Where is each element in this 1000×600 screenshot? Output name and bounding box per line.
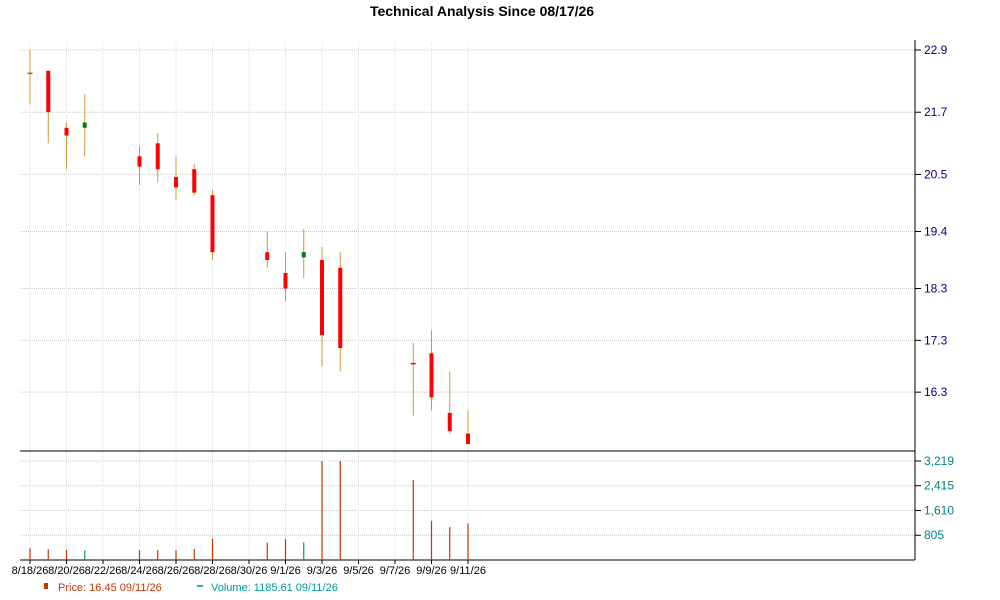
candle-body-up — [82, 122, 87, 128]
date-tick-label: 8/28/26 — [194, 565, 231, 577]
candle-body-down — [192, 169, 197, 193]
date-tick-label: 9/3/26 — [307, 565, 338, 577]
price-tick-label: 16.3 — [924, 385, 948, 399]
date-tick-label: 8/30/26 — [231, 565, 268, 577]
grid-lines — [20, 42, 915, 560]
chart-legend: Price: 16.45 09/11/26 Volume: 1185.61 09… — [44, 582, 338, 594]
legend-price-swatch — [44, 583, 48, 589]
candle-body-down — [338, 267, 343, 349]
candle-body-down — [155, 143, 160, 170]
candle-body-down — [283, 272, 288, 289]
date-tick-label: 9/11/26 — [450, 565, 486, 577]
chart-title: Technical Analysis Since 08/17/26 — [370, 3, 594, 19]
candle-body-down — [447, 412, 452, 432]
axes: 16.3 17.3 18.3 19.4 20.5 21.7 22.9 805 1,610 2,41… — [12, 40, 954, 577]
price-tick-label: 18.3 — [924, 281, 948, 295]
date-tick-label: 8/22/26 — [85, 565, 122, 577]
volume-tick-label: 1,610 — [924, 503, 954, 517]
date-tick-label: 9/7/26 — [380, 565, 411, 577]
price-tick-label: 22.9 — [924, 43, 948, 57]
volume-tick-label: 2,415 — [924, 479, 954, 493]
price-tick-label: 17.3 — [924, 333, 948, 347]
candle-body-down — [466, 433, 470, 444]
price-tick-label: 20.5 — [924, 167, 948, 181]
legend-volume-text: Volume: 1185.61 09/11/26 — [211, 582, 338, 594]
date-tick-label: 8/18/26 — [12, 565, 49, 577]
technical-analysis-chart: Technical Analysis Since 08/17/26 16.3 17… — [12, 3, 955, 594]
candle-body-down — [320, 259, 324, 336]
candle-body-down — [174, 177, 178, 188]
candle-body-down — [265, 252, 270, 260]
volume-tick-label: 805 — [924, 528, 944, 542]
date-tick-label: 8/20/26 — [48, 565, 85, 577]
candle-body-down — [210, 195, 215, 253]
candle-body-down — [64, 127, 69, 136]
candle-body-down — [46, 70, 51, 113]
price-tick-label: 21.7 — [924, 105, 948, 119]
date-tick-label: 9/1/26 — [270, 565, 301, 577]
candle-body-up — [301, 252, 306, 258]
candle-body-down — [137, 156, 142, 167]
date-tick-label: 8/26/26 — [158, 565, 195, 577]
legend-price-text: Price: 16.45 09/11/26 — [58, 582, 162, 594]
date-tick-label: 9/9/26 — [416, 565, 447, 577]
price-tick-label: 19.4 — [924, 224, 948, 238]
date-tick-label: 9/5/26 — [343, 565, 374, 577]
volume-tick-label: 3,219 — [924, 454, 954, 468]
date-tick-label: 8/24/26 — [121, 565, 158, 577]
candle-body-down — [429, 353, 434, 398]
